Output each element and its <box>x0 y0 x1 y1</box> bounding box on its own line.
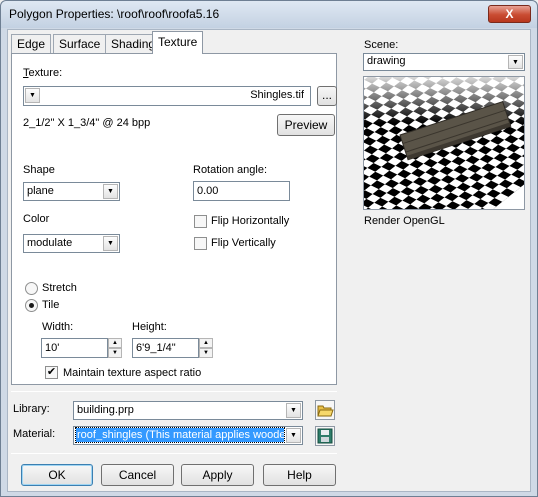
window-title: Polygon Properties: \roof\roof\roofa5.16 <box>9 7 220 21</box>
chevron-down-icon[interactable]: ▼ <box>25 88 40 103</box>
floppy-disk-icon <box>317 428 333 444</box>
close-button[interactable]: X <box>488 5 531 23</box>
flip-horizontally-label: Flip Horizontally <box>211 215 290 227</box>
save-material-button[interactable] <box>315 426 335 446</box>
spin-up-icon[interactable]: ▲ <box>199 338 213 348</box>
apply-button[interactable]: Apply <box>181 464 254 486</box>
maintain-aspect-label: Maintain texture aspect ratio <box>63 367 202 379</box>
library-value: building.prp <box>77 404 134 416</box>
texture-tab-panel: Texture: ▼ Shingles.tif ... 2_1/2" X 1_3… <box>11 53 337 385</box>
spin-down-icon[interactable]: ▼ <box>199 348 213 358</box>
spin-up-icon[interactable]: ▲ <box>108 338 122 348</box>
material-value: roof_shingles (This material applies woo… <box>75 427 285 443</box>
maintain-aspect-checkbox[interactable]: ✔ <box>45 366 58 379</box>
rotation-label: Rotation angle: <box>193 164 267 176</box>
flip-horizontally-checkbox[interactable] <box>194 215 207 228</box>
flip-vertically-label: Flip Vertically <box>211 237 276 249</box>
height-spinner[interactable]: ▲ ▼ <box>199 338 213 358</box>
height-label: Height: <box>132 321 167 333</box>
texture-label: Texture: <box>23 67 63 79</box>
help-button[interactable]: Help <box>263 464 336 486</box>
divider <box>11 391 337 392</box>
radio-selected-dot <box>29 303 34 308</box>
chevron-down-icon[interactable]: ▼ <box>103 184 118 199</box>
render-label: Render OpenGL <box>364 215 445 227</box>
divider <box>160 159 161 261</box>
material-label: Material: <box>13 428 56 440</box>
color-value: modulate <box>27 237 73 249</box>
divider <box>23 149 329 150</box>
folder-open-icon <box>317 405 334 417</box>
tile-label: Tile <box>42 299 60 311</box>
shape-label: Shape <box>23 164 55 176</box>
chevron-down-icon[interactable]: ▼ <box>286 428 301 443</box>
ok-button[interactable]: OK <box>21 464 93 486</box>
chevron-down-icon[interactable]: ▼ <box>103 236 118 251</box>
stretch-label: Stretch <box>42 282 77 294</box>
dialog-body: Edge Surface Shading Texture Texture: ▼ … <box>7 29 531 492</box>
tab-texture[interactable]: Texture <box>152 31 204 54</box>
tile-radio[interactable] <box>25 299 38 312</box>
open-library-button[interactable] <box>315 400 335 420</box>
material-select[interactable]: roof_shingles (This material applies woo… <box>73 426 303 445</box>
checkerboard-render <box>364 77 524 209</box>
title-bar[interactable]: Polygon Properties: \roof\roof\roofa5.16… <box>1 1 537 28</box>
texture-file-combo[interactable]: ▼ Shingles.tif <box>23 86 311 106</box>
rotation-input[interactable]: 0.00 <box>193 181 290 201</box>
divider <box>23 268 329 269</box>
divider <box>11 453 337 454</box>
scene-value: drawing <box>367 55 406 67</box>
color-label: Color <box>23 213 50 225</box>
height-input[interactable]: 6'9_1/4" <box>132 338 199 358</box>
scene-preview[interactable] <box>363 76 525 210</box>
dialog-window: Polygon Properties: \roof\roof\roofa5.16… <box>0 0 538 497</box>
library-select[interactable]: building.prp ▼ <box>73 401 303 420</box>
cancel-button[interactable]: Cancel <box>101 464 174 486</box>
texture-info: 2_1/2" X 1_3/4" @ 24 bpp <box>23 117 151 129</box>
shape-value: plane <box>27 185 54 197</box>
chevron-down-icon[interactable]: ▼ <box>508 55 523 69</box>
texture-browse-button[interactable]: ... <box>317 86 337 106</box>
shape-select[interactable]: plane ▼ <box>23 182 120 201</box>
color-select[interactable]: modulate ▼ <box>23 234 120 253</box>
texture-file-value: Shingles.tif <box>250 89 304 101</box>
width-input[interactable]: 10' <box>41 338 108 358</box>
spin-down-icon[interactable]: ▼ <box>108 348 122 358</box>
chevron-down-icon[interactable]: ▼ <box>286 403 301 418</box>
scene-select[interactable]: drawing ▼ <box>363 53 525 71</box>
scene-label: Scene: <box>364 39 399 51</box>
tab-surface[interactable]: Surface <box>53 34 107 53</box>
stretch-radio[interactable] <box>25 282 38 295</box>
tab-edge[interactable]: Edge <box>11 34 52 53</box>
preview-button[interactable]: Preview <box>277 114 335 136</box>
width-spinner[interactable]: ▲ ▼ <box>108 338 122 358</box>
library-label: Library: <box>13 403 50 415</box>
width-label: Width: <box>42 321 74 333</box>
flip-vertically-checkbox[interactable] <box>194 237 207 250</box>
